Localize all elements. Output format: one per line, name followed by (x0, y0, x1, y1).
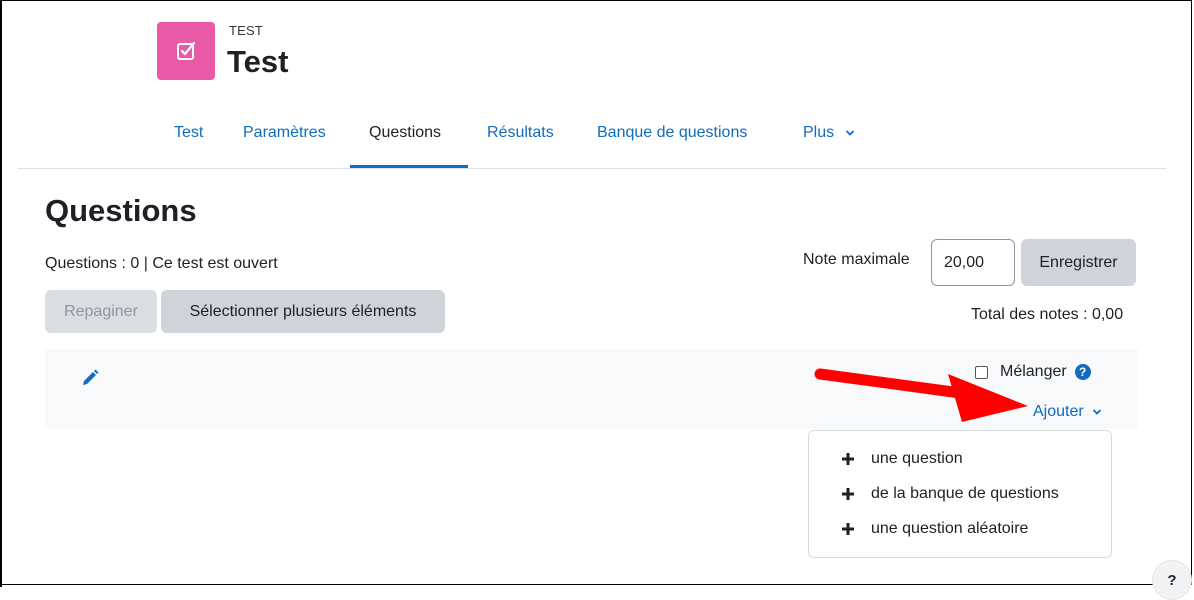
tab-banque-de-questions[interactable]: Banque de questions (597, 118, 747, 168)
menu-item-random-question[interactable]: une question aléatoire (841, 520, 1028, 538)
activity-type-label: TEST (229, 23, 264, 38)
add-dropdown-toggle[interactable]: Ajouter (1033, 403, 1102, 421)
quiz-status-info: Questions : 0 | Ce test est ouvert (45, 255, 278, 272)
menu-item-label: une question (871, 450, 963, 467)
nav-divider (18, 168, 1166, 169)
secondary-navigation: Test Paramètres Questions Résultats Banq… (0, 118, 1166, 170)
save-button[interactable]: Enregistrer (1021, 239, 1136, 286)
add-dropdown-menu: une question de la banque de questions u… (808, 430, 1112, 558)
add-label: Ajouter (1033, 403, 1084, 420)
help-icon[interactable]: ? (1074, 364, 1091, 380)
help-floating-button[interactable]: ? (1152, 560, 1192, 600)
menu-item-from-question-bank[interactable]: de la banque de questions (841, 485, 1059, 503)
tab-plus-label: Plus (803, 124, 835, 141)
shuffle-option: Mélanger ? (975, 363, 1091, 381)
tab-plus[interactable]: Plus (803, 118, 855, 168)
quiz-checkbox-icon (177, 41, 196, 60)
frame-left-edge (0, 0, 2, 587)
chevron-down-icon (1092, 409, 1101, 415)
shuffle-label: Mélanger (1000, 363, 1067, 380)
plus-icon (842, 523, 854, 535)
max-grade-input[interactable] (931, 239, 1015, 286)
plus-icon (842, 488, 854, 500)
menu-item-new-question[interactable]: une question (841, 450, 963, 468)
menu-item-label: de la banque de questions (871, 485, 1059, 502)
page-title: Questions (45, 193, 197, 228)
chevron-down-icon (845, 130, 854, 136)
edit-pencil-icon[interactable] (80, 368, 100, 388)
tab-resultats[interactable]: Résultats (487, 118, 554, 168)
quiz-logo (157, 22, 215, 80)
menu-item-label: une question aléatoire (871, 520, 1029, 537)
total-grades: Total des notes : 0,00 (971, 306, 1124, 323)
tab-parametres[interactable]: Paramètres (243, 118, 326, 168)
repaginate-button[interactable]: Repaginer (45, 290, 157, 333)
activity-title: Test (227, 44, 289, 79)
tab-questions[interactable]: Questions (369, 118, 441, 168)
plus-icon (842, 453, 854, 465)
select-multiple-button[interactable]: Sélectionner plusieurs éléments (161, 290, 445, 333)
tab-test[interactable]: Test (174, 118, 203, 168)
max-grade-label: Note maximale (803, 251, 910, 268)
shuffle-checkbox[interactable] (975, 365, 988, 379)
quiz-page-section (45, 349, 1138, 429)
